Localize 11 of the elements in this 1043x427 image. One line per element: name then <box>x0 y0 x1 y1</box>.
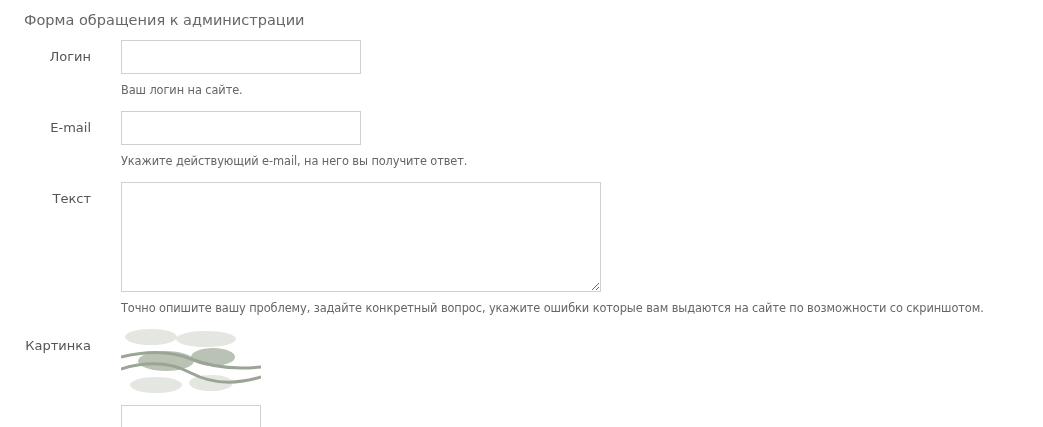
help-text: Точно опишите вашу проблему, задайте конкретный вопрос, укажите ошибки которые вам выдаются на сайте по возможности со скриншотом. <box>121 301 984 315</box>
text-area[interactable] <box>121 182 601 292</box>
help-text: Укажите действующий e-mail, на него вы получите ответ. <box>121 154 468 168</box>
form-title: Форма обращения к администрации <box>24 12 306 28</box>
field-label: Картинка <box>24 337 91 355</box>
field-label: Текст <box>51 190 91 208</box>
text-field[interactable] <box>121 40 361 74</box>
field-label: E-mail <box>49 119 91 137</box>
field-label: Логин <box>48 48 91 66</box>
help-text: Ваш логин на сайте. <box>121 83 243 97</box>
text-field[interactable] <box>121 111 361 145</box>
